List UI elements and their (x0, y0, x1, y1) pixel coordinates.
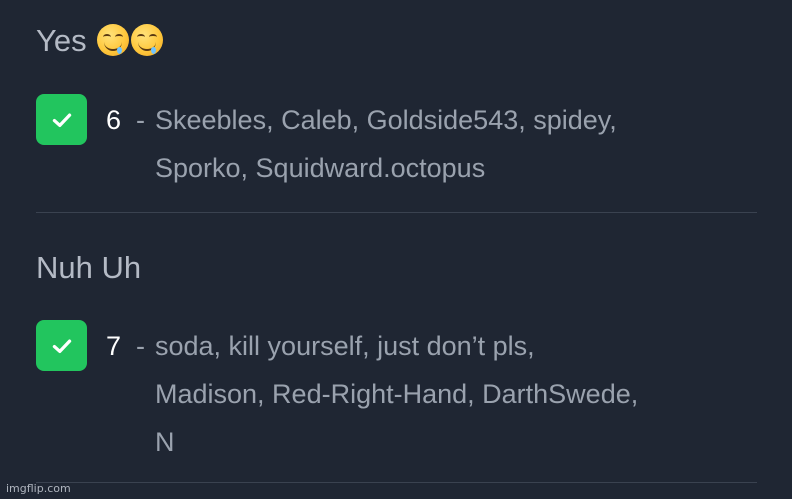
watermark: imgflip.com (6, 482, 71, 495)
section-divider (36, 212, 757, 213)
emoji-group (96, 24, 163, 56)
section-title-yes: Yes (36, 24, 163, 56)
voter-line: Madison, Red-Right-Hand, DarthSwede, (155, 379, 639, 409)
vote-checkbox-nuh-uh[interactable] (36, 320, 87, 371)
voter-list: soda, kill yourself, just don’t pls, Mad… (155, 322, 755, 466)
checkmark-icon (52, 339, 71, 353)
vote-checkbox-yes[interactable] (36, 94, 87, 145)
vote-separator: - (136, 331, 145, 361)
vote-row-yes: 6 - Skeebles, Caleb, Goldside543, spidey… (106, 96, 755, 192)
drooling-face-icon (130, 24, 163, 56)
vote-count: 6 (106, 105, 122, 135)
vote-separator: - (136, 105, 145, 135)
section-title-text: Nuh Uh (36, 250, 142, 285)
section-title-nuh-uh: Nuh Uh (36, 252, 141, 283)
voter-line: soda, kill yourself, just don’t pls, (155, 331, 535, 361)
checkmark-icon (52, 113, 71, 127)
vote-row-nuh-uh: 7 - soda, kill yourself, just don’t pls,… (106, 322, 755, 466)
section-divider (36, 482, 757, 483)
section-title-text: Yes (36, 22, 87, 58)
voter-line: Sporko, Squidward.octopus (155, 153, 486, 183)
voter-line: Skeebles, Caleb, Goldside543, spidey, (155, 105, 617, 135)
vote-count: 7 (106, 331, 122, 361)
voter-list: Skeebles, Caleb, Goldside543, spidey, Sp… (155, 96, 755, 192)
voter-line: N (155, 427, 175, 457)
drooling-face-icon (96, 24, 129, 56)
